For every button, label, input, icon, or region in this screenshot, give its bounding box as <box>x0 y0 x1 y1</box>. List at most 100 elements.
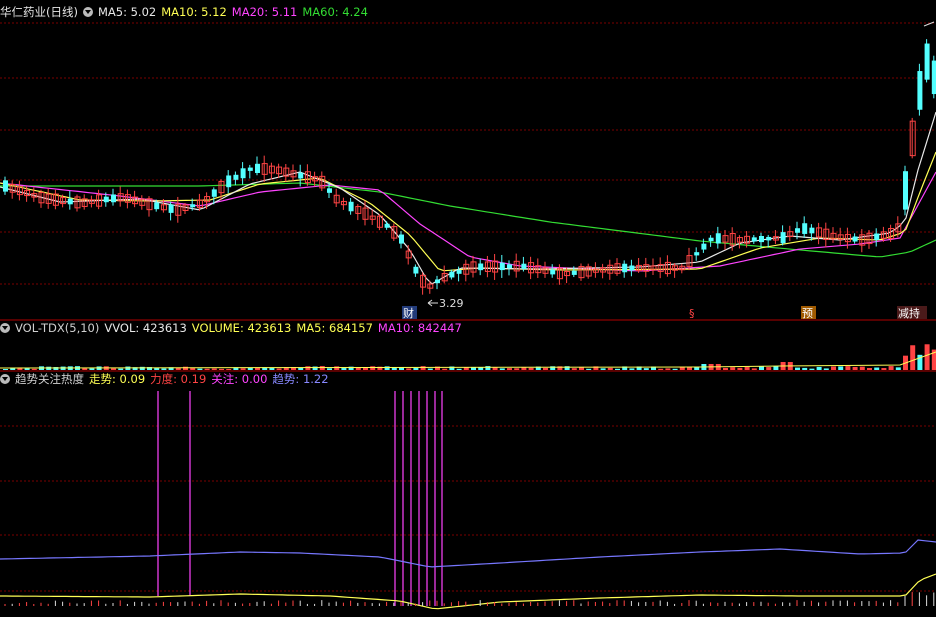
volume-bar <box>852 366 858 370</box>
volume-bar <box>420 366 426 370</box>
volume-bar <box>859 366 865 370</box>
volume-bar <box>327 368 332 370</box>
ma20-value: MA20: 5.11 <box>231 5 298 19</box>
candle-body-down <box>629 265 635 271</box>
volume-bar <box>607 367 613 370</box>
volume-bar <box>910 345 916 370</box>
candle-body-down <box>571 270 577 275</box>
volume-bar <box>492 367 498 370</box>
volume-bar <box>413 367 419 370</box>
volume-bar <box>744 367 750 370</box>
volume-bar <box>334 366 340 370</box>
candle-body-down <box>168 204 174 213</box>
volume-bar <box>773 366 779 370</box>
candle-body-down <box>550 269 556 275</box>
volume-bar <box>924 344 930 370</box>
volume-bar <box>276 368 282 370</box>
candle-body-down <box>917 71 923 110</box>
volume-bar <box>665 368 671 370</box>
candle-body-down <box>478 263 484 271</box>
candle-body-down <box>708 237 714 242</box>
collapse-icon[interactable] <box>82 7 93 17</box>
volume-bar <box>629 368 635 370</box>
volume-bar <box>845 366 851 370</box>
volume-bar <box>485 366 491 370</box>
volume-bar <box>161 368 167 370</box>
volume-bar <box>816 366 822 370</box>
volume-bar <box>881 368 887 370</box>
volume-panel-header: VOL-TDX(5,10) VVOL: 423613 VOLUME: 423613 M… <box>0 320 467 336</box>
volume-bar <box>471 367 476 370</box>
candle-body-down <box>449 271 455 278</box>
volume-bar <box>586 368 592 370</box>
event-badge-forecast[interactable]: 预 <box>802 307 813 320</box>
volume-indicator-name[interactable]: VOL-TDX(5,10) <box>15 321 99 335</box>
candle-body-down <box>499 262 505 271</box>
candle-body-down <box>399 234 404 244</box>
volume-bar <box>615 368 620 370</box>
volume-bar <box>305 366 311 370</box>
volume-bar <box>730 367 736 370</box>
trend-walk-value: 走势: 0.09 <box>89 372 146 386</box>
candle-body-down <box>211 189 217 197</box>
volume-bar <box>895 367 901 370</box>
volume-bar <box>838 366 844 370</box>
collapse-icon[interactable] <box>0 323 10 333</box>
volume-bar <box>183 366 188 370</box>
volume-bar <box>499 368 505 370</box>
volume-bar <box>658 368 664 370</box>
candle-body-down <box>521 263 527 269</box>
low-price-label: 3.29 <box>439 297 464 310</box>
volume-ma10-value: MA10: 842447 <box>377 321 462 335</box>
event-badge-reduce[interactable]: 减持 <box>898 306 920 320</box>
ma60-value: MA60: 4.24 <box>302 5 368 19</box>
candle-body-down <box>931 60 936 95</box>
candle-body-down <box>348 201 354 212</box>
volume-bar <box>355 367 361 370</box>
indicator-name[interactable]: 趋势关注热度 <box>15 372 84 386</box>
volume-bar <box>737 367 743 370</box>
event-badge-finance[interactable]: 财 <box>403 306 414 320</box>
candle-body-down <box>701 243 707 250</box>
event-badge-info[interactable]: § <box>689 307 695 320</box>
candle-body-down <box>780 232 786 244</box>
volume-value: VOLUME: 423613 <box>191 321 292 335</box>
candle-body-down <box>507 264 512 269</box>
collapse-icon[interactable] <box>0 374 10 384</box>
volume-bar <box>759 366 764 370</box>
ma10-value: MA10: 5.12 <box>161 5 227 19</box>
candle-body-down <box>413 266 419 274</box>
volume-bar <box>456 368 462 370</box>
candle-body-down <box>233 174 239 180</box>
candle-body-down <box>903 171 908 210</box>
volume-bar <box>643 368 649 370</box>
volume-bar <box>723 367 728 370</box>
candle-body-down <box>247 167 253 171</box>
focus-value: 关注: 0.00 <box>211 372 268 386</box>
volume-bar <box>888 366 894 370</box>
volume-bar <box>795 367 800 370</box>
volume-bar <box>240 368 246 370</box>
volume-bar <box>823 368 829 370</box>
stock-chart[interactable]: 3.29 财 § 预 减持 <box>0 0 936 617</box>
candle-body-down <box>852 236 858 242</box>
candle-body-down <box>67 198 73 205</box>
candle-body-down <box>802 223 808 234</box>
candle-body-down <box>435 279 440 284</box>
candle-body-down <box>154 202 160 210</box>
candle-body-down <box>924 43 930 80</box>
volume-bar <box>694 367 700 370</box>
volume-bar <box>197 368 203 370</box>
candle-body-down <box>795 228 800 233</box>
volume-bar <box>809 368 815 370</box>
volume-bar <box>89 368 95 370</box>
candle-body-down <box>103 196 109 203</box>
volume-bar <box>3 368 8 370</box>
volume-bar <box>874 367 880 370</box>
volume-bar <box>219 368 224 370</box>
candle-body-down <box>255 163 260 173</box>
volume-bar <box>831 366 836 370</box>
candle-body-down <box>111 194 116 203</box>
volume-bar <box>111 368 116 370</box>
strength-value: 力度: 0.19 <box>150 372 207 386</box>
